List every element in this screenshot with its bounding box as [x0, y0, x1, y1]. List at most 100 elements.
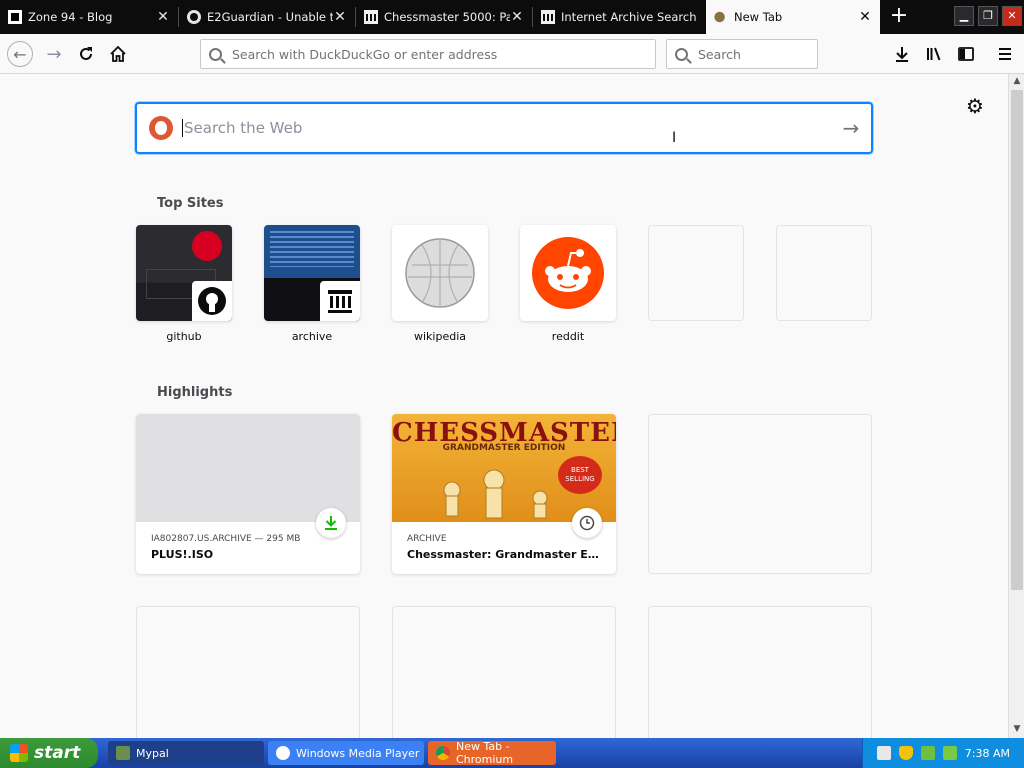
github-icon [192, 281, 232, 321]
url-placeholder: Search with DuckDuckGo or enter address [232, 46, 498, 62]
top-site-reddit[interactable]: reddit [520, 225, 616, 343]
web-search-input[interactable]: Search the Web [184, 119, 831, 137]
search-placeholder: Search [698, 46, 741, 62]
highlight-title: PLUS!.ISO [151, 548, 214, 561]
vertical-scrollbar[interactable]: ▲ ▼ [1008, 74, 1024, 738]
search-box[interactable]: Search [666, 39, 818, 69]
window-close-button[interactable]: ✕ [1002, 6, 1022, 26]
github-icon [187, 10, 201, 24]
text-caret [182, 119, 183, 137]
back-arrow-icon: ← [7, 41, 33, 67]
top-site-tile[interactable] [392, 225, 488, 321]
downloads-button[interactable] [888, 40, 916, 68]
top-site-label: wikipedia [413, 330, 466, 343]
top-sites-heading: Top Sites [157, 196, 224, 211]
highlight-preview [136, 414, 360, 522]
top-site-wikipedia[interactable]: wikipedia [392, 225, 488, 343]
top-site-label: reddit [551, 330, 585, 343]
minimize-button[interactable]: ▁ [954, 6, 974, 26]
reddit-icon [532, 237, 604, 309]
url-bar[interactable]: Search with DuckDuckGo or enter address [200, 39, 656, 69]
new-tab-page: ⚙ Search the Web → Top Sites github arch… [0, 74, 1008, 738]
volume-icon[interactable] [942, 746, 957, 760]
tab-archive-search[interactable]: Internet Archive Search [533, 0, 706, 34]
top-site-tile[interactable] [136, 225, 232, 321]
sidebar-button[interactable] [952, 40, 980, 68]
top-site-tile[interactable] [520, 225, 616, 321]
task-label: Windows Media Player [296, 746, 420, 760]
clock: 7:38 AM [964, 746, 1010, 760]
taskbar-item-chromium[interactable]: New Tab - Chromium [428, 740, 556, 766]
hamburger-menu-icon [999, 48, 1011, 60]
top-site-archive[interactable]: archive [264, 225, 360, 343]
highlights-heading: Highlights [157, 385, 233, 400]
start-button[interactable]: start [0, 738, 98, 768]
close-icon[interactable]: ✕ [333, 9, 347, 25]
download-icon [896, 47, 908, 62]
navigation-toolbar: ← → Search with DuckDuckGo or enter addr… [0, 34, 1024, 74]
cover-subtitle: GRANDMASTER EDITION [442, 443, 566, 453]
text-cursor-icon: I [672, 130, 677, 146]
tab-title: E2Guardian - Unable to [207, 10, 333, 24]
top-site-tile[interactable] [264, 225, 360, 321]
scroll-up-icon[interactable]: ▲ [1012, 76, 1022, 86]
archive-icon [320, 281, 360, 321]
home-icon [110, 45, 126, 62]
highlight-card[interactable]: CHESSMASTER GRANDMASTER EDITION BEST SEL… [392, 414, 616, 574]
archive-icon [541, 10, 555, 24]
highlight-source: IA802807.US.ARCHIVE — 295 MB [151, 534, 301, 544]
empty-tile [648, 225, 744, 321]
back-button[interactable]: ← [6, 40, 34, 68]
bird-icon [714, 10, 728, 24]
chessmaster-cover-image: CHESSMASTER GRANDMASTER EDITION BEST SEL… [392, 414, 616, 522]
highlight-empty [136, 606, 360, 738]
close-icon[interactable]: ✕ [510, 9, 524, 25]
forward-arrow-icon: → [46, 43, 62, 65]
tab-title: New Tab [734, 10, 783, 24]
sidebar-icon [958, 47, 974, 61]
highlight-card[interactable]: IA802807.US.ARCHIVE — 295 MB PLUS!.ISO [136, 414, 360, 574]
restore-button[interactable]: ❐ [978, 6, 998, 26]
arrow-right-icon[interactable]: → [831, 116, 871, 140]
close-icon[interactable]: ✕ [858, 9, 872, 25]
tab-e2guardian[interactable]: E2Guardian - Unable to ✕ [179, 0, 355, 34]
tab-zone94[interactable]: Zone 94 - Blog ✕ [0, 0, 178, 34]
download-icon [316, 508, 346, 538]
search-icon [209, 47, 222, 61]
scroll-down-icon[interactable]: ▼ [1012, 724, 1022, 734]
menu-button[interactable] [991, 40, 1019, 68]
top-site-github[interactable]: github [136, 225, 232, 343]
network-icon[interactable] [920, 746, 935, 760]
tab-strip: Zone 94 - Blog ✕ E2Guardian - Unable to … [0, 0, 1024, 34]
search-icon [675, 47, 688, 61]
forward-button[interactable]: → [40, 40, 68, 68]
shield-icon[interactable] [898, 746, 913, 760]
reload-icon [80, 47, 92, 60]
new-tab-button[interactable]: + [886, 4, 912, 30]
library-button[interactable] [920, 40, 948, 68]
windows-flag-icon [10, 744, 28, 762]
web-search-box[interactable]: Search the Web → [135, 102, 873, 154]
best-selling-badge: BEST SELLING [558, 456, 602, 494]
taskbar-item-mypal[interactable]: Mypal [108, 741, 264, 765]
gear-icon[interactable]: ⚙ [966, 94, 984, 118]
close-icon[interactable]: ✕ [156, 9, 170, 25]
chromium-icon [436, 746, 450, 760]
top-site-empty [648, 225, 744, 321]
terminal-icon [8, 10, 22, 24]
highlight-empty [648, 606, 872, 738]
tab-title: Internet Archive Search [561, 10, 697, 24]
highlight-empty [648, 414, 872, 574]
keyboard-icon[interactable] [876, 746, 891, 760]
tab-title: Zone 94 - Blog [28, 10, 113, 24]
highlight-source: ARCHIVE [407, 534, 447, 544]
reload-button[interactable] [72, 40, 100, 68]
home-button[interactable] [104, 40, 132, 68]
scroll-thumb[interactable] [1011, 90, 1023, 590]
library-icon [927, 47, 941, 61]
tab-chessmaster[interactable]: Chessmaster 5000: Patr ✕ [356, 0, 532, 34]
taskbar-item-media-player[interactable]: Windows Media Player [268, 741, 424, 765]
tab-new-tab[interactable]: New Tab ✕ [706, 0, 880, 34]
empty-tile [776, 225, 872, 321]
duckduckgo-logo-icon [149, 116, 173, 140]
